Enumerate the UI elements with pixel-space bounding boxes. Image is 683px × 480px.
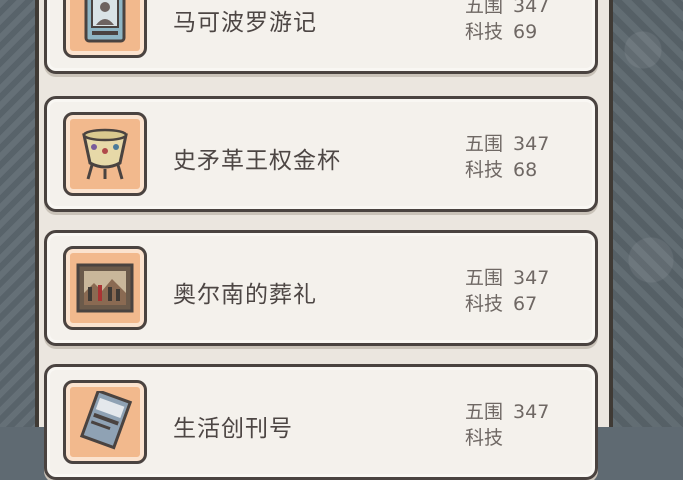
golden-cup-icon <box>63 112 147 196</box>
item-name: 史矛革王权金杯 <box>173 148 341 174</box>
item-name: 马可波罗游记 <box>173 10 317 36</box>
keji-label: 科技 <box>465 293 504 315</box>
collection-item-card[interactable]: 马可波罗游记 五围 347 科技 69 <box>44 0 598 74</box>
item-stats: 五围 347 科技 68 <box>465 131 549 183</box>
background-right <box>613 0 683 427</box>
keji-value: 68 <box>513 159 538 181</box>
wuwei-value: 347 <box>513 267 550 289</box>
wuwei-value: 347 <box>513 401 550 423</box>
keji-value: 67 <box>513 293 538 315</box>
wuwei-label: 五围 <box>465 133 504 155</box>
painting-icon <box>63 246 147 330</box>
background-left <box>0 0 40 427</box>
item-stats: 五围 347 科技 69 <box>465 0 549 45</box>
item-name: 奥尔南的葬礼 <box>173 282 317 308</box>
keji-label: 科技 <box>465 159 504 181</box>
item-name: 生活创刊号 <box>173 416 293 442</box>
item-stats: 五围 347 科技 <box>465 399 549 451</box>
wuwei-value: 347 <box>513 0 550 17</box>
collection-item-card[interactable]: 生活创刊号 五围 347 科技 <box>44 364 598 480</box>
collection-item-card[interactable]: 史矛革王权金杯 五围 347 科技 68 <box>44 96 598 212</box>
magazine-icon <box>63 380 147 464</box>
keji-value: 69 <box>513 21 538 43</box>
wuwei-label: 五围 <box>465 0 504 17</box>
keji-label: 科技 <box>465 21 504 43</box>
wuwei-label: 五围 <box>465 267 504 289</box>
wuwei-value: 347 <box>513 133 550 155</box>
collection-item-card[interactable]: 奥尔南的葬礼 五围 347 科技 67 <box>44 230 598 346</box>
keji-label: 科技 <box>465 427 504 449</box>
book-icon <box>63 0 147 58</box>
wuwei-label: 五围 <box>465 401 504 423</box>
item-stats: 五围 347 科技 67 <box>465 265 549 317</box>
